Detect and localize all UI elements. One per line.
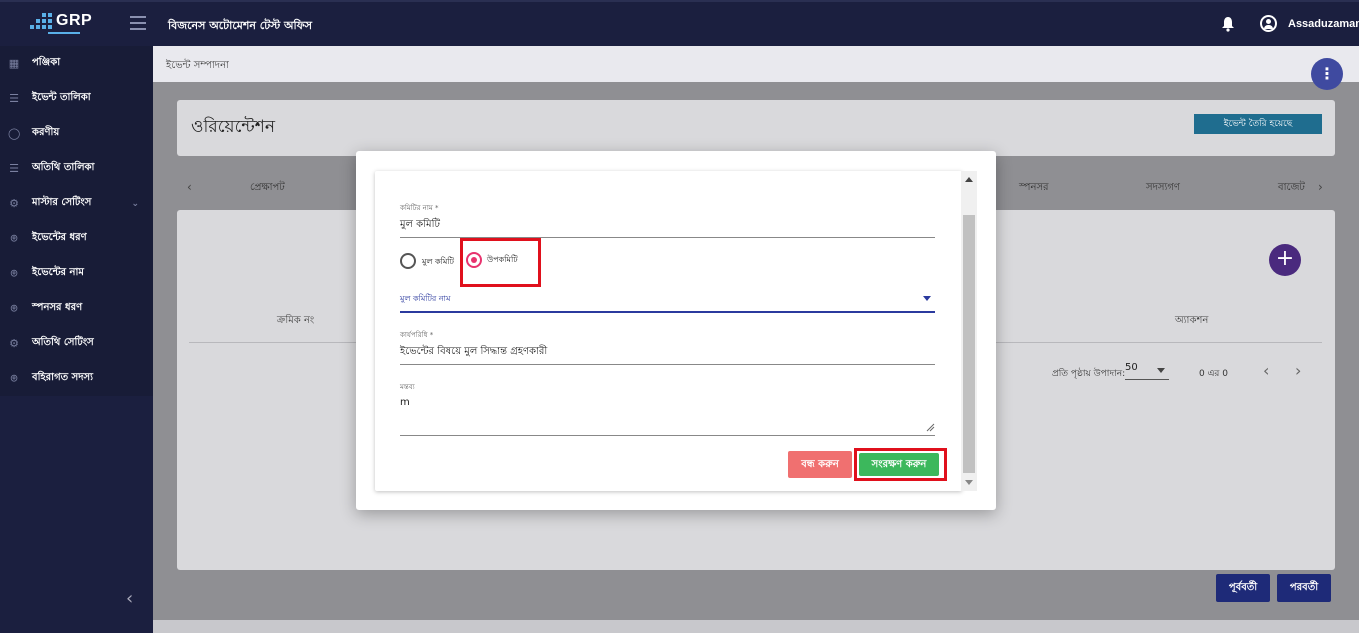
committee-name-label: কমিটির নাম *	[400, 204, 439, 212]
radio-main-committee-label: মুল কমিটি	[422, 257, 454, 266]
logo-text: GRP	[56, 12, 93, 29]
hamburger-menu-icon[interactable]	[130, 16, 146, 30]
sidebar-item-event-name[interactable]: ⌾ ইভেন্টের নাম	[0, 256, 153, 291]
previous-button[interactable]: পূর্ববর্তী	[1216, 574, 1270, 602]
user-name[interactable]: Assaduzaman	[1288, 18, 1359, 30]
sidebar-item-label: ইভেন্টের ধরণ	[32, 232, 87, 243]
event-header-card: ওরিয়েন্টেশন ইভেন্ট তৈরি হয়েছে	[177, 100, 1335, 156]
pagination-range: 0 এর 0	[1199, 369, 1228, 379]
location-icon: ⌾	[10, 231, 18, 245]
sidebar-item-label: মাস্টার সেটিংস	[32, 197, 92, 208]
radio-main-committee[interactable]	[400, 253, 416, 269]
highlight-box-subcommittee	[460, 238, 541, 287]
location-icon: ⌾	[10, 301, 18, 315]
sidebar-item-external-members[interactable]: ⌾ বহিরাগত সদস্য	[0, 361, 153, 396]
check-circle-icon: ◯	[8, 126, 21, 140]
sidebar-item-label: ইভেন্ট তালিকা	[32, 92, 91, 103]
next-button[interactable]: পরবর্তী	[1277, 574, 1331, 602]
chevron-right-icon[interactable]: ›	[1295, 361, 1301, 380]
gear-icon: ⚙	[9, 196, 19, 210]
sidebar-item-calendar[interactable]: ▦ পঞ্জিকা	[0, 46, 153, 81]
top-bar: GRP বিজনেস অটোমেশন টেস্ট অফিস Assaduzama…	[0, 0, 1359, 46]
list-icon: ☰	[9, 161, 19, 175]
breadcrumb: ইভেন্ট সম্পাদনা	[166, 60, 229, 71]
chevron-left-icon[interactable]: ‹	[1263, 361, 1269, 380]
chevron-left-icon[interactable]: ‹	[187, 180, 192, 194]
tab-budget[interactable]: বাজেট	[1278, 180, 1305, 197]
sidebar-item-todo[interactable]: ◯ করণীয়	[0, 116, 153, 151]
sidebar-item-sponsor-type[interactable]: ⌾ স্পনসর ধরণ	[0, 291, 153, 326]
tab-sponsor[interactable]: স্পনসর	[1019, 180, 1049, 197]
add-icon[interactable]: +	[1269, 244, 1301, 276]
remarks-underline	[400, 435, 935, 436]
caret-down-icon[interactable]	[923, 296, 931, 301]
bell-icon[interactable]	[1221, 16, 1235, 32]
logo-dots-icon	[30, 13, 52, 29]
committee-dialog: কমিটির নাম * মুল কমিটি মুল কমিটি উপকমিটি…	[356, 151, 996, 510]
sidebar-item-label: অতিথি সেটিংস	[32, 337, 94, 348]
select-underline	[400, 311, 935, 313]
grp-logo[interactable]: GRP	[30, 12, 92, 30]
close-button[interactable]: বন্ধ করুন	[788, 451, 852, 478]
status-button[interactable]: ইভেন্ট তৈরি হয়েছে	[1194, 114, 1322, 134]
scroll-thumb[interactable]	[963, 215, 975, 473]
chevron-down-icon: ⌄	[131, 199, 139, 209]
column-header-serial: ক্রমিক নং	[277, 315, 315, 326]
sidebar-item-event-type[interactable]: ⌾ ইভেন্টের ধরণ	[0, 221, 153, 256]
location-icon: ⌾	[10, 371, 18, 385]
committee-name-input[interactable]: মুল কমিটি	[400, 217, 440, 234]
sidebar-item-event-list[interactable]: ☰ ইভেন্ট তালিকা	[0, 81, 153, 116]
sidebar-item-guest-settings[interactable]: ⚙ অতিথি সেটিংস	[0, 326, 153, 361]
sidebar: ▦ পঞ্জিকা ☰ ইভেন্ট তালিকা ◯ করণীয় ☰ অতি…	[0, 46, 153, 633]
dialog-scrollbar[interactable]	[961, 171, 977, 491]
bottom-strip	[153, 620, 1359, 633]
scope-label: কার্যপরিধি *	[400, 331, 434, 339]
sidebar-item-label: করণীয়	[32, 127, 60, 138]
resize-handle-icon[interactable]	[926, 423, 935, 432]
scope-input[interactable]: ইভেন্টের বিষয়ে মুল সিদ্ধান্ত গ্রহণকারী	[400, 344, 547, 361]
main-committee-select[interactable]: মুল কমিটির নাম	[400, 293, 450, 306]
sidebar-item-label: স্পনসর ধরণ	[32, 302, 83, 313]
scroll-down-icon[interactable]	[965, 480, 973, 485]
logo-underline	[48, 32, 80, 34]
more-vert-icon[interactable]: ⋮	[1311, 58, 1343, 90]
remarks-label: মন্তব্য	[400, 383, 415, 391]
chevron-right-icon[interactable]: ›	[1318, 180, 1323, 194]
sidebar-item-guest-list[interactable]: ☰ অতিথি তালিকা	[0, 151, 153, 186]
list-icon: ☰	[9, 91, 19, 105]
scroll-up-icon[interactable]	[965, 177, 973, 182]
account-circle-icon[interactable]	[1260, 15, 1277, 32]
tab-background[interactable]: প্রেক্ষাপট	[250, 180, 285, 197]
app-title: বিজনেস অটোমেশন টেস্ট অফিস	[168, 19, 313, 32]
items-per-page-value: 50	[1125, 362, 1138, 373]
page-title: ওরিয়েন্টেশন	[191, 117, 275, 137]
sidebar-menu: ▦ পঞ্জিকা ☰ ইভেন্ট তালিকা ◯ করণীয় ☰ অতি…	[0, 46, 153, 396]
caret-down-icon	[1157, 368, 1165, 373]
remarks-textarea[interactable]: m	[400, 397, 410, 408]
scope-underline	[400, 364, 935, 365]
highlight-box-save	[854, 448, 947, 481]
chevron-left-icon[interactable]: ‹	[126, 588, 133, 609]
tab-members[interactable]: সদস্যগণ	[1146, 180, 1180, 197]
column-header-action: অ্যাকশন	[1175, 315, 1209, 326]
items-per-page-select[interactable]: 50	[1125, 362, 1169, 380]
sidebar-item-label: অতিথি তালিকা	[32, 162, 95, 173]
items-per-page-label: প্রতি পৃষ্ঠায় উপাদান:	[1052, 369, 1126, 379]
breadcrumb-bar: ইভেন্ট সম্পাদনা	[153, 46, 1359, 82]
location-icon: ⌾	[10, 266, 18, 280]
sidebar-item-master-settings[interactable]: ⚙ মাস্টার সেটিংস ⌄	[0, 186, 153, 221]
sidebar-item-label: পঞ্জিকা	[32, 57, 61, 68]
calendar-icon: ▦	[8, 56, 20, 70]
sidebar-item-label: বহিরাগত সদস্য	[32, 372, 93, 383]
gear-icon: ⚙	[9, 336, 19, 350]
sidebar-item-label: ইভেন্টের নাম	[32, 267, 84, 278]
committee-form: কমিটির নাম * মুল কমিটি মুল কমিটি উপকমিটি…	[375, 171, 962, 491]
